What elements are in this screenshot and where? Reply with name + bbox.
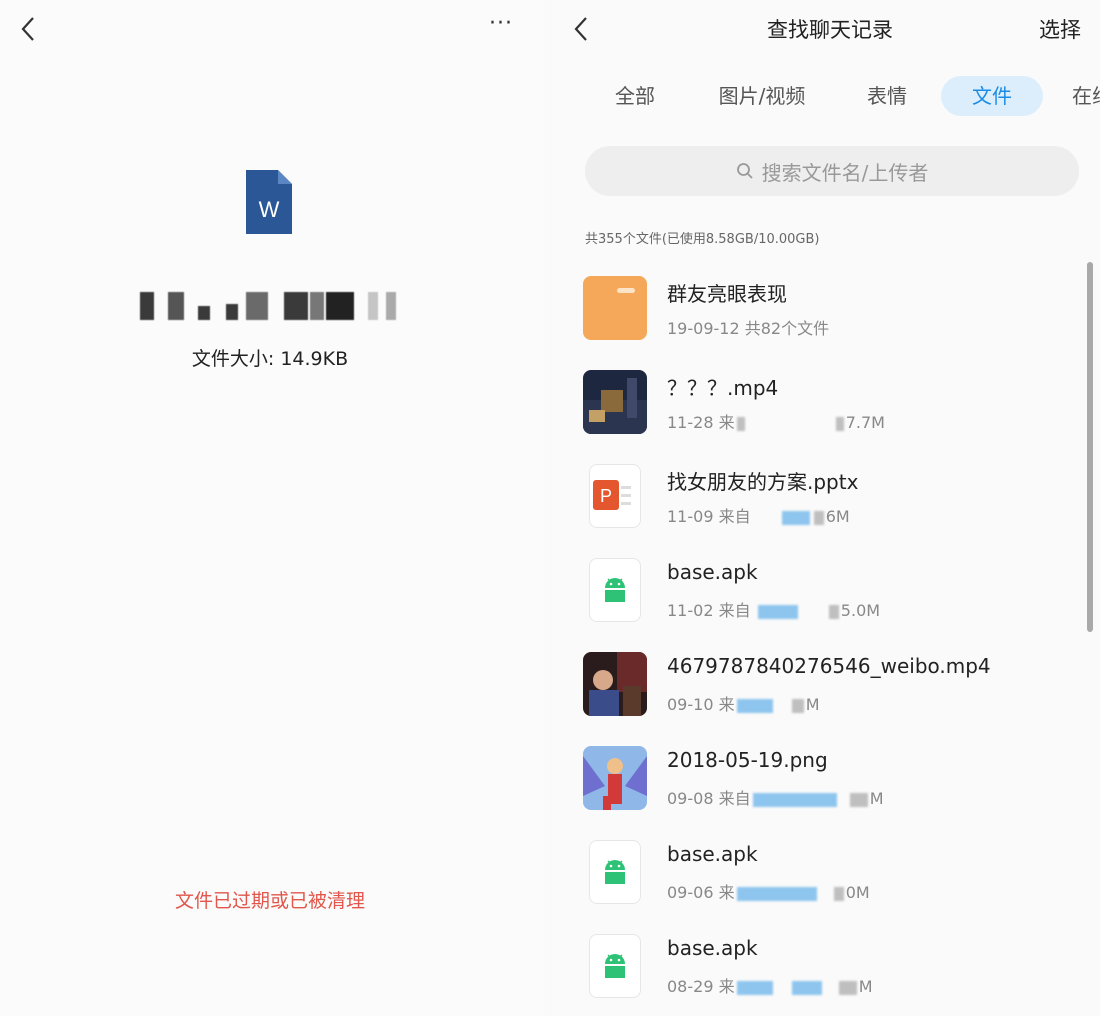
tab-stickers[interactable]: 表情 [857,76,917,116]
svg-text:P: P [600,486,612,506]
file-meta: 19-09-12 共82个文件 [667,319,830,338]
file-meta: 09-10 来 M [667,691,820,715]
file-name-redacted [128,288,418,324]
file-date: 11-09 [667,507,714,526]
chevron-left-icon [21,17,34,41]
file-date: 09-08 [667,789,714,808]
file-size: M [858,977,873,996]
file-source: 来自 [718,507,751,526]
file-size-label: 文件大小: 14.9KB [191,348,349,370]
scrollbar[interactable] [1087,262,1093,632]
file-date: 11-28 [667,413,714,432]
file-name: base.apk [667,936,758,960]
file-name: 2018-05-19.png [667,748,828,772]
page-title: 查找聊天记录 [767,18,893,42]
file-list-item[interactable]: 4679787840276546_weibo.mp4 09-10 来 M [545,632,1100,726]
file-meta: 11-02 来自 5.0M [667,597,880,621]
file-meta: 11-28 来 7.7M [667,409,885,433]
word-document-icon: W [246,170,292,234]
file-source: 来 [718,695,735,714]
file-expired-message: 文件已过期或已被清理 [174,890,365,912]
file-name: 群友亮眼表现 [667,282,787,306]
file-name: 4679787840276546_weibo.mp4 [667,654,991,678]
file-name: base.apk [667,560,758,584]
video-thumbnail [583,370,647,434]
file-source: 来 [718,977,735,996]
file-list-item[interactable]: P 找女朋友的方案.pptx 11-09 来自 6M [545,444,1100,538]
folder-icon [583,276,647,340]
search-placeholder: 搜索文件名/上传者 [761,160,929,185]
file-date: 09-10 [667,695,714,714]
image-thumbnail [583,746,647,810]
file-meta: 09-08 来自 M [667,785,884,809]
tab-files[interactable]: 文件 [941,76,1043,116]
file-source: 来 [718,413,735,432]
android-icon [589,558,641,622]
screen: ··· W 文件大小: 14.9KB 文件已过期或已被清理 查找聊天记录 选择 [0,0,1100,1016]
file-meta: 08-29 来 M [667,973,873,997]
file-size: 0M [845,883,870,902]
android-icon [589,840,641,904]
android-icon [589,934,641,998]
tab-online[interactable]: 在线 [1072,76,1100,116]
file-name: 找女朋友的方案.pptx [667,470,859,494]
file-list-item[interactable]: 群友亮眼表现 19-09-12 共82个文件 [545,256,1100,350]
file-date: 11-02 [667,601,714,620]
file-date: 09-06 [667,883,714,902]
ppt-file-icon: P [589,464,641,528]
file-list-item[interactable]: base.apk 11-02 来自 5.0M [545,538,1100,632]
file-list-item[interactable]: ？？？.mp4 11-28 来 7.7M [545,350,1100,444]
file-size: M [805,695,820,714]
storage-summary: 共355个文件(已使用8.58GB/10.00GB) [585,232,820,247]
file-size: 7.7M [845,413,885,432]
file-source: 来自 [718,601,751,620]
more-options-button[interactable]: ··· [484,13,518,42]
back-button[interactable] [567,12,595,46]
svg-text:W: W [259,197,280,222]
file-name: base.apk [667,842,758,866]
video-thumbnail [583,652,647,716]
file-name: ？？？.mp4 [667,376,779,400]
category-tabs: 全部 图片/视频 表情 文件 在线 [545,72,1100,120]
file-size: M [869,789,884,808]
chevron-left-icon [574,17,587,41]
file-meta: 11-09 来自 6M [667,503,850,527]
file-size: 5.0M [840,601,881,620]
select-button[interactable]: 选择 [1039,14,1081,44]
file-meta: 09-06 来 0M [667,879,870,903]
tab-all[interactable]: 全部 [605,76,665,116]
back-button[interactable] [14,12,42,46]
file-source: 来自 [718,789,751,808]
file-date: 08-29 [667,977,714,996]
search-icon [736,163,753,179]
file-size: 6M [825,507,850,526]
file-detail-panel: ··· W 文件大小: 14.9KB 文件已过期或已被清理 [0,0,545,1016]
search-input[interactable]: 搜索文件名/上传者 [585,146,1079,196]
file-list-item[interactable]: base.apk 08-29 来 M [545,914,1100,1008]
chat-history-panel: 查找聊天记录 选择 全部 图片/视频 表情 文件 在线 搜索文件名/上传者 共3… [545,0,1100,1016]
file-list-item[interactable]: base.apk 09-06 来 0M [545,820,1100,914]
file-source: 来 [718,883,735,902]
tab-images-videos[interactable]: 图片/视频 [707,76,817,116]
file-list-item[interactable]: 2018-05-19.png 09-08 来自 M [545,726,1100,820]
